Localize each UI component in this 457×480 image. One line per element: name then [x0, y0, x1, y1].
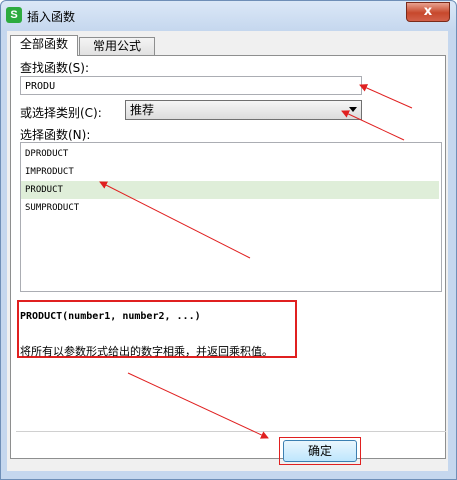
arrow-to-search-input	[359, 84, 413, 109]
tab-all-functions[interactable]: 全部函数	[10, 35, 78, 56]
arrow-to-ok-button	[127, 372, 269, 439]
arrow-to-category-select	[341, 110, 405, 141]
annotation-arrows	[99, 84, 413, 439]
arrow-to-selected-function	[99, 181, 251, 259]
